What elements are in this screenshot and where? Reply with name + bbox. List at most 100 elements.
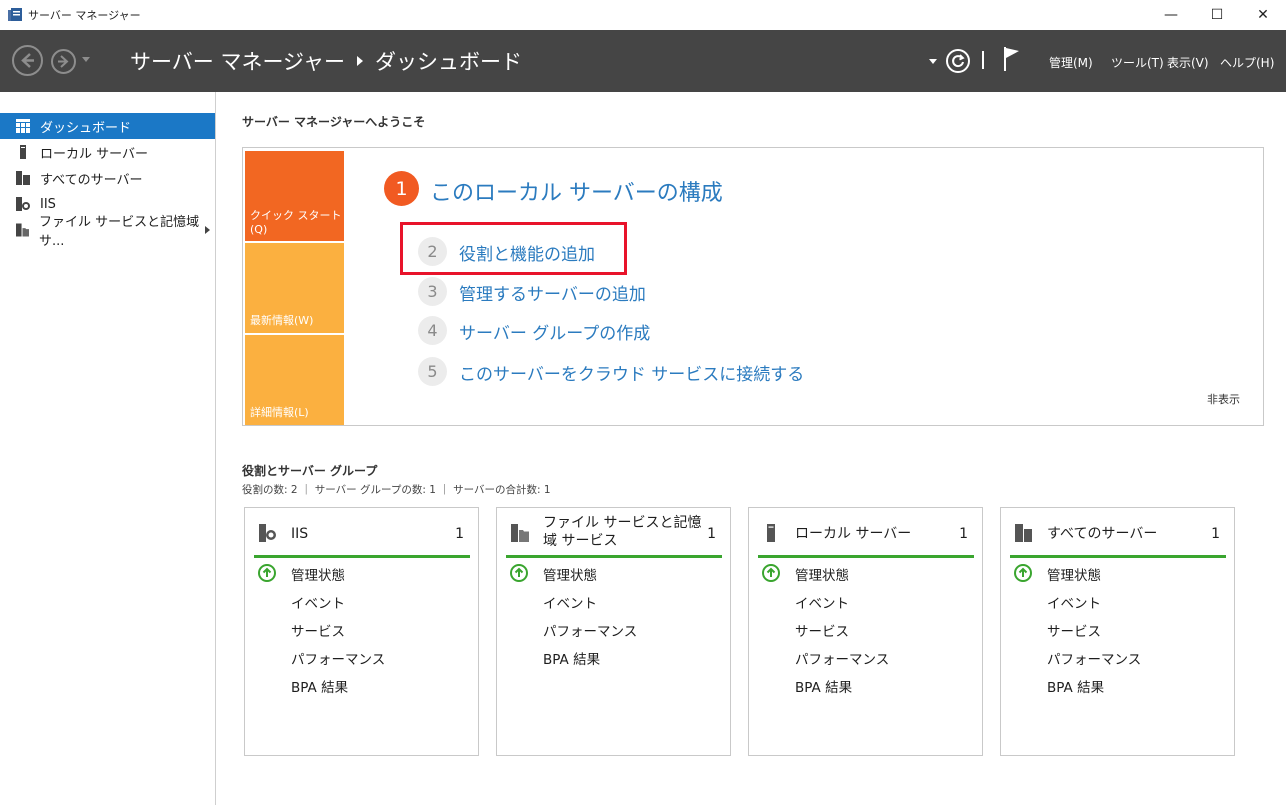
role-card-file-services[interactable]: ファイル サービスと記憶域 サービス 1 管理状態 イベント パフォーマンス B… <box>496 507 731 756</box>
status-bar <box>506 555 722 558</box>
refresh-icon <box>952 54 965 68</box>
card-row-bpa[interactable]: BPA 結果 <box>291 676 348 696</box>
card-row-services[interactable]: サービス <box>795 620 849 640</box>
tab-learn-more[interactable]: 詳細情報(L) <box>245 335 344 425</box>
sidebar-item-label: ローカル サーバー <box>40 146 149 162</box>
card-row-performance[interactable]: パフォーマンス <box>291 648 385 668</box>
iis-icon <box>16 197 30 211</box>
history-dropdown-icon[interactable] <box>82 57 90 62</box>
card-count: 1 <box>707 526 716 542</box>
header-bar: サーバー マネージャー ダッシュボード 管理(M) ツール(T) 表示(V) ヘ… <box>0 30 1286 92</box>
close-button[interactable]: ✕ <box>1240 0 1286 30</box>
card-row-bpa[interactable]: BPA 結果 <box>543 648 600 668</box>
forward-button[interactable] <box>51 49 76 74</box>
role-card-local-server[interactable]: ローカル サーバー 1 管理状態 イベント サービス パフォーマンス BPA 結… <box>748 507 983 756</box>
card-row-manageability[interactable]: 管理状態 <box>1047 564 1101 584</box>
status-up-arrow-icon <box>762 564 780 582</box>
back-button[interactable] <box>12 45 43 76</box>
menu-manage[interactable]: 管理(M) <box>1049 54 1093 71</box>
card-title[interactable]: ファイル サービスと記憶域 サービス <box>543 514 713 550</box>
hide-link[interactable]: 非表示 <box>1207 391 1240 407</box>
expand-arrow-icon[interactable] <box>205 226 210 234</box>
sidebar: ダッシュボード ローカル サーバー すべてのサーバー IIS ファイル サービス… <box>0 92 216 805</box>
breadcrumb-root[interactable]: サーバー マネージャー <box>130 46 345 76</box>
breadcrumb: サーバー マネージャー ダッシュボード <box>130 46 522 76</box>
step-1-badge: 1 <box>384 171 419 206</box>
roles-section-title: 役割とサーバー グループ <box>242 464 378 478</box>
file-services-icon <box>16 223 29 237</box>
step-1-link[interactable]: このローカル サーバーの構成 <box>430 175 723 207</box>
status-up-arrow-icon <box>510 564 528 582</box>
card-row-events[interactable]: イベント <box>1047 592 1101 612</box>
card-row-bpa[interactable]: BPA 結果 <box>1047 676 1104 696</box>
sidebar-item-label: ダッシュボード <box>40 120 132 136</box>
all-servers-icon <box>16 171 30 185</box>
card-count: 1 <box>1211 526 1220 542</box>
card-row-manageability[interactable]: 管理状態 <box>543 564 597 584</box>
card-row-performance[interactable]: パフォーマンス <box>1047 648 1141 668</box>
maximize-icon: ☐ <box>1210 7 1224 23</box>
header-dropdown-icon[interactable] <box>929 59 937 64</box>
sidebar-item-dashboard[interactable]: ダッシュボード <box>0 113 215 139</box>
highlight-box <box>400 222 627 275</box>
sidebar-item-label: すべてのサーバー <box>40 172 143 188</box>
window-title: サーバー マネージャー <box>28 9 141 22</box>
create-server-group-link[interactable]: サーバー グループの作成 <box>459 319 650 344</box>
server-manager-app-icon <box>8 8 22 21</box>
breadcrumb-separator-icon <box>357 56 363 66</box>
card-row-performance[interactable]: パフォーマンス <box>543 620 637 640</box>
card-row-events[interactable]: イベント <box>795 592 849 612</box>
menu-view[interactable]: 表示(V) <box>1167 54 1209 71</box>
status-bar <box>254 555 470 558</box>
card-row-performance[interactable]: パフォーマンス <box>795 648 889 668</box>
title-bar: サーバー マネージャー — ☐ ✕ <box>0 0 1286 30</box>
tab-whats-new[interactable]: 最新情報(W) <box>245 243 344 333</box>
step-5-badge: 5 <box>418 357 447 386</box>
tab-quick-start-label: クイック スタート(Q) <box>250 209 342 236</box>
refresh-button[interactable] <box>946 49 970 73</box>
maximize-button[interactable]: ☐ <box>1194 0 1240 30</box>
card-title[interactable]: IIS <box>291 525 308 543</box>
header-divider <box>982 51 984 69</box>
sidebar-item-file-services[interactable]: ファイル サービスと記憶域 サ... <box>0 215 215 249</box>
server-icon <box>767 524 775 542</box>
minimize-button[interactable]: — <box>1148 0 1194 30</box>
all-servers-icon <box>1015 524 1032 542</box>
status-up-arrow-icon <box>258 564 276 582</box>
card-row-bpa[interactable]: BPA 結果 <box>795 676 852 696</box>
card-row-manageability[interactable]: 管理状態 <box>291 564 345 584</box>
dashboard-icon <box>16 119 30 133</box>
add-servers-link[interactable]: 管理するサーバーの追加 <box>459 280 646 305</box>
notifications-flag-icon[interactable] <box>1002 46 1022 72</box>
arrow-right-icon <box>58 55 69 68</box>
menu-tools[interactable]: ツール(T) <box>1111 54 1164 71</box>
card-row-services[interactable]: サービス <box>1047 620 1101 640</box>
iis-icon <box>259 524 276 542</box>
arrow-left-icon <box>21 53 34 68</box>
status-up-arrow-icon <box>1014 564 1032 582</box>
role-card-iis[interactable]: IIS 1 管理状態 イベント サービス パフォーマンス BPA 結果 <box>244 507 479 756</box>
card-title[interactable]: ローカル サーバー <box>795 525 911 543</box>
breadcrumb-current: ダッシュボード <box>375 50 522 74</box>
minimize-icon: — <box>1164 7 1178 23</box>
sidebar-item-local-server[interactable]: ローカル サーバー <box>0 139 215 165</box>
connect-cloud-link[interactable]: このサーバーをクラウド サービスに接続する <box>459 360 804 385</box>
step-4-badge: 4 <box>418 316 447 345</box>
card-row-events[interactable]: イベント <box>543 592 597 612</box>
role-card-all-servers[interactable]: すべてのサーバー 1 管理状態 イベント サービス パフォーマンス BPA 結果 <box>1000 507 1235 756</box>
welcome-heading: サーバー マネージャーへようこそ <box>242 115 426 129</box>
close-icon: ✕ <box>1257 7 1269 23</box>
card-count: 1 <box>959 526 968 542</box>
card-title[interactable]: すべてのサーバー <box>1047 525 1157 543</box>
sidebar-item-label: ファイル サービスと記憶域 サ... <box>38 215 200 249</box>
menu-help[interactable]: ヘルプ(H) <box>1220 54 1274 71</box>
card-row-services[interactable]: サービス <box>291 620 345 640</box>
card-row-events[interactable]: イベント <box>291 592 345 612</box>
status-bar <box>758 555 974 558</box>
card-row-manageability[interactable]: 管理状態 <box>795 564 849 584</box>
step-3-badge: 3 <box>418 277 447 306</box>
roles-counts: 役割の数: 2 ｜ サーバー グループの数: 1 ｜ サーバーの合計数: 1 <box>242 484 551 496</box>
sidebar-item-all-servers[interactable]: すべてのサーバー <box>0 165 215 191</box>
tab-quick-start[interactable]: クイック スタート(Q) <box>245 151 344 241</box>
card-count: 1 <box>455 526 464 542</box>
